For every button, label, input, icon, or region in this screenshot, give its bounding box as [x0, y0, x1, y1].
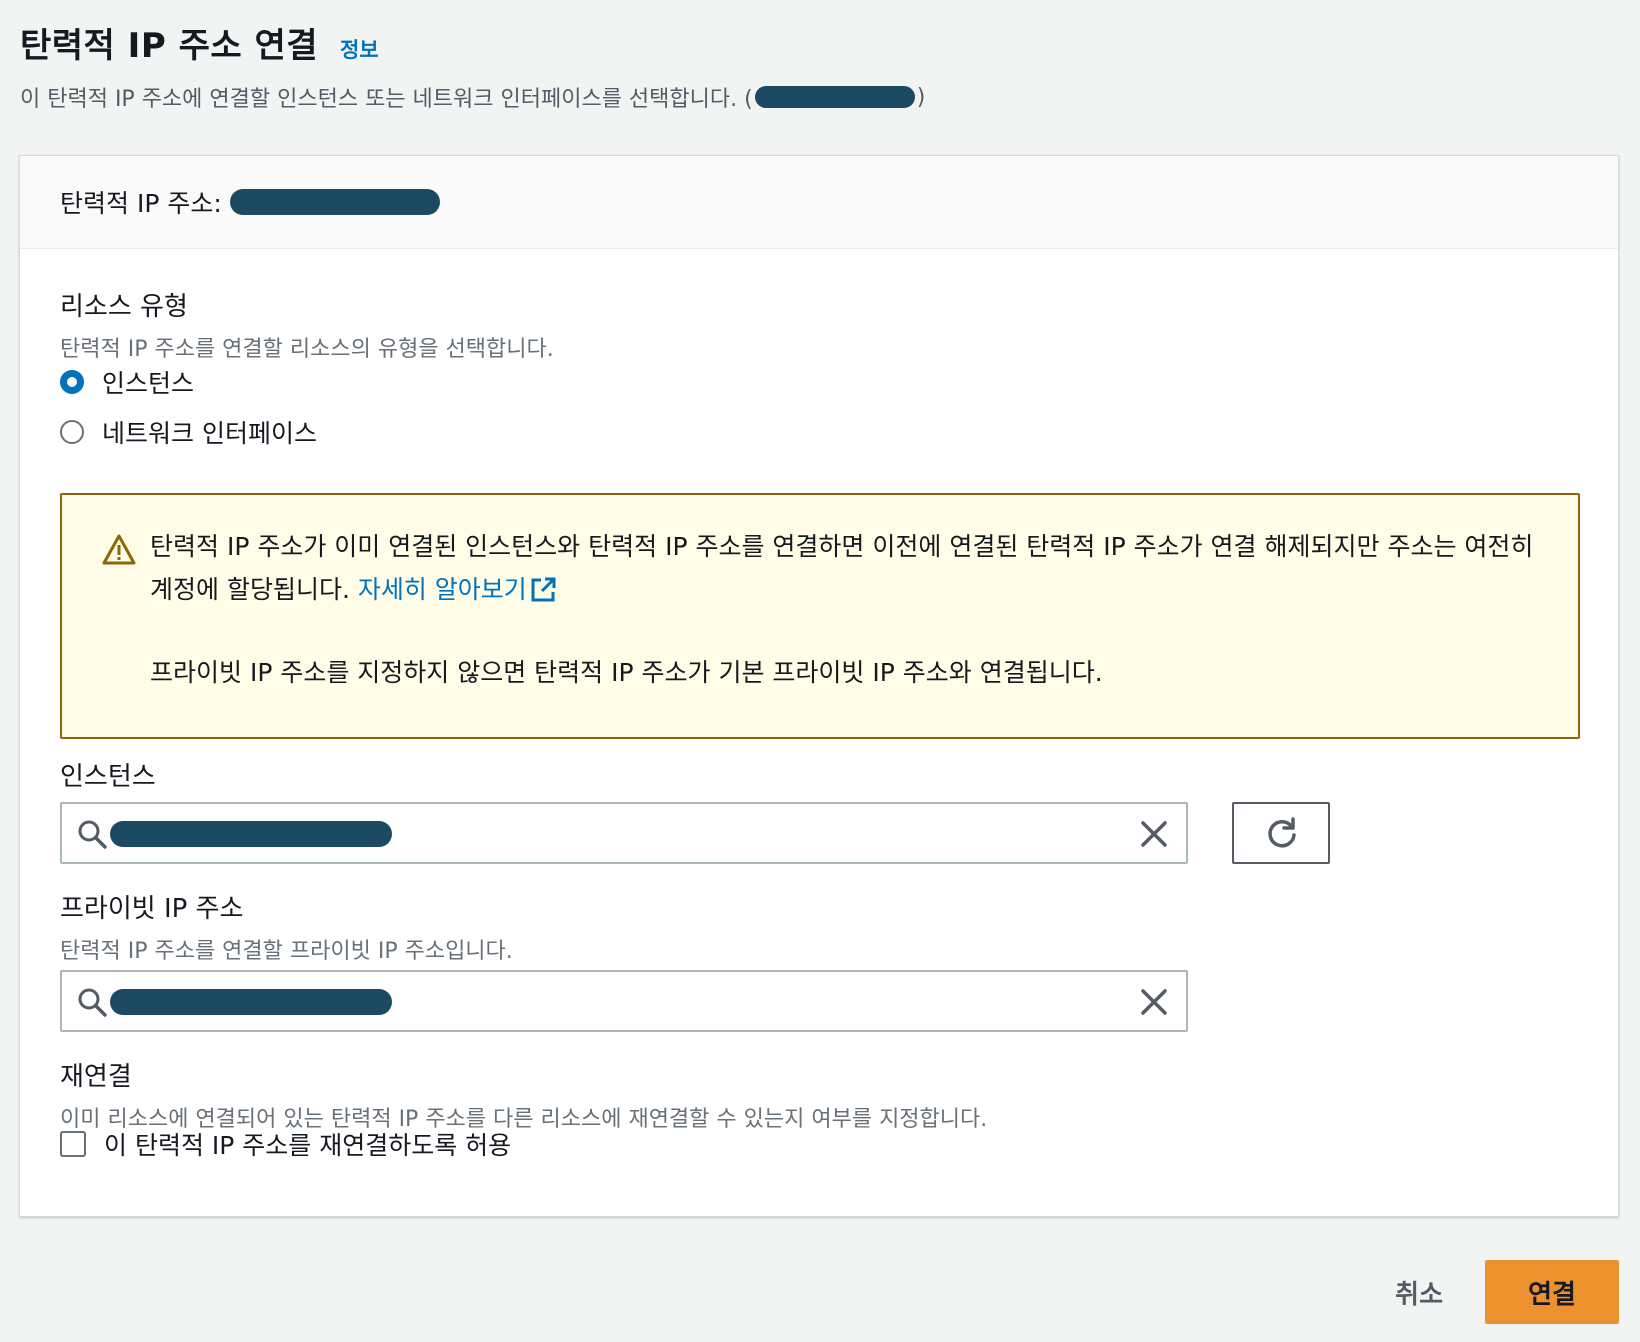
search-icon [78, 820, 107, 849]
allow-reassociation-label: 이 탄력적 IP 주소를 재연결하도록 허용 [104, 1131, 512, 1160]
reassociation-section: 재연결 이미 리소스에 연결되어 있는 탄력적 IP 주소를 다른 리소스에 재… [60, 1056, 987, 1133]
instance-label: 인스턴스 [60, 762, 156, 792]
allow-reassociation-checkbox[interactable] [60, 1131, 86, 1157]
learn-more-label: 자세히 알아보기 [357, 575, 527, 604]
resource-type-label: 리소스 유형 [60, 292, 188, 322]
radio-instance[interactable]: 인스턴스 [60, 362, 317, 402]
instance-value-redacted [110, 821, 392, 847]
instance-search-input[interactable] [60, 802, 1188, 864]
associate-button[interactable]: 연결 [1485, 1260, 1619, 1324]
info-link[interactable]: 정보 [340, 34, 379, 64]
radio-network-interface[interactable]: 네트워크 인터페이스 [60, 412, 317, 452]
page-description-suffix: ) [916, 84, 926, 110]
resource-type-description: 탄력적 IP 주소를 연결할 리소스의 유형을 선택합니다. [60, 337, 554, 362]
warning-alert: 탄력적 IP 주소가 이미 연결된 인스턴스와 탄력적 IP 주소를 연결하면 … [60, 493, 1580, 739]
associate-panel: 탄력적 IP 주소: 리소스 유형 탄력적 IP 주소를 연결할 리소스의 유형… [19, 155, 1619, 1217]
radio-instance-control[interactable] [60, 370, 84, 394]
page-title: 탄력적 IP 주소 연결 [20, 26, 319, 66]
page-description: 이 탄력적 IP 주소에 연결할 인스턴스 또는 네트워크 인터페이스를 선택합… [20, 81, 1620, 113]
panel-header: 탄력적 IP 주소: [20, 156, 1618, 249]
alert-paragraph-1: 탄력적 IP 주소가 이미 연결된 인스턴스와 탄력적 IP 주소를 연결하면 … [150, 525, 1540, 611]
external-link-icon [531, 577, 556, 602]
radio-network-interface-label: 네트워크 인터페이스 [102, 419, 317, 448]
close-icon[interactable] [1138, 818, 1170, 850]
elastic-ip-label: 탄력적 IP 주소: [60, 189, 222, 218]
redacted-address [754, 86, 915, 108]
private-ip-value-redacted [110, 989, 392, 1015]
close-icon[interactable] [1138, 986, 1170, 1018]
refresh-button[interactable] [1232, 802, 1330, 864]
footer-actions: 취소 연결 [1395, 1260, 1619, 1324]
learn-more-link[interactable]: 자세히 알아보기 [358, 575, 557, 604]
reassociation-label: 재연결 [60, 1062, 132, 1092]
private-ip-section: 프라이빗 IP 주소 탄력적 IP 주소를 연결할 프라이빗 IP 주소입니다. [60, 888, 513, 965]
resource-type-section: 리소스 유형 탄력적 IP 주소를 연결할 리소스의 유형을 선택합니다. [60, 286, 554, 363]
private-ip-search-input[interactable] [60, 970, 1188, 1032]
page-header: 탄력적 IP 주소 연결 정보 이 탄력적 IP 주소에 연결할 인스턴스 또는… [20, 18, 1620, 113]
alert-content: 탄력적 IP 주소가 이미 연결된 인스턴스와 탄력적 IP 주소를 연결하면 … [150, 525, 1540, 694]
private-ip-description: 탄력적 IP 주소를 연결할 프라이빗 IP 주소입니다. [60, 939, 513, 964]
search-icon [78, 988, 107, 1017]
redacted-elastic-ip [229, 189, 440, 215]
cancel-button[interactable]: 취소 [1395, 1274, 1443, 1311]
radio-network-interface-control[interactable] [60, 420, 84, 444]
resource-type-radio-group: 인스턴스 네트워크 인터페이스 [60, 362, 317, 452]
warning-icon [102, 534, 136, 565]
page-description-text: 이 탄력적 IP 주소에 연결할 인스턴스 또는 네트워크 인터페이스를 선택합… [20, 87, 753, 112]
title-row: 탄력적 IP 주소 연결 정보 [20, 18, 1620, 67]
alert-paragraph-2: 프라이빗 IP 주소를 지정하지 않으면 탄력적 IP 주소가 기본 프라이빗 … [150, 658, 1103, 687]
radio-instance-label: 인스턴스 [102, 369, 195, 398]
private-ip-label: 프라이빗 IP 주소 [60, 894, 244, 924]
refresh-icon [1268, 817, 1296, 848]
allow-reassociation-checkbox-row[interactable]: 이 탄력적 IP 주소를 재연결하도록 허용 [60, 1126, 511, 1162]
